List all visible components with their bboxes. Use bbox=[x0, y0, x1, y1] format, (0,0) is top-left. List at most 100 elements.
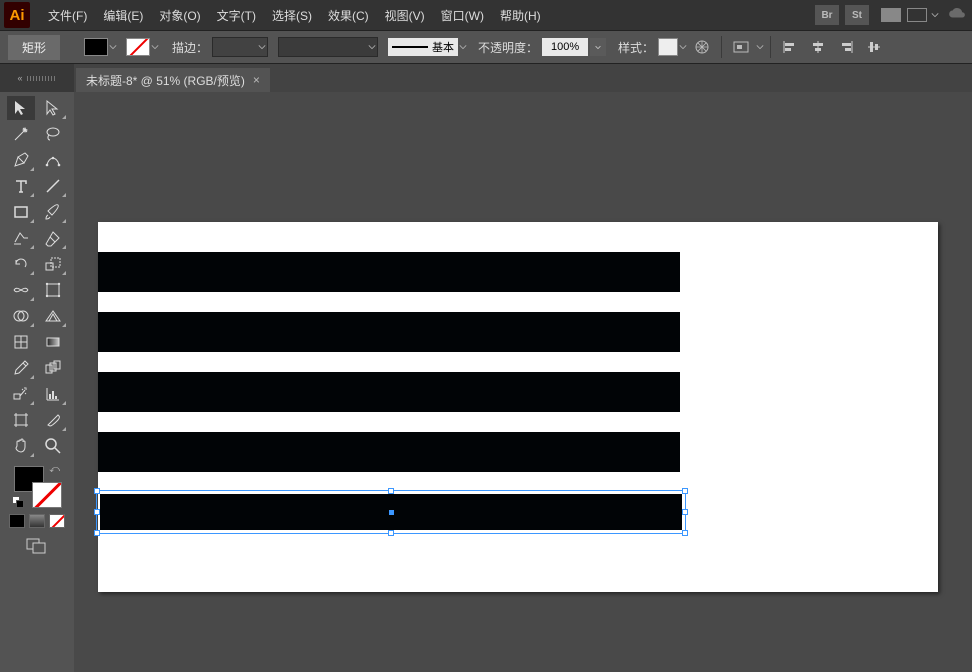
line-tool[interactable] bbox=[39, 174, 67, 198]
resize-handle[interactable] bbox=[94, 488, 100, 494]
screen-mode-button[interactable] bbox=[26, 538, 48, 557]
slice-tool[interactable] bbox=[39, 408, 67, 432]
type-tool[interactable] bbox=[7, 174, 35, 198]
swap-fill-stroke-icon[interactable]: ⤺ bbox=[49, 464, 60, 475]
fill-color-swatch[interactable] bbox=[84, 38, 118, 56]
graphic-style-swatch[interactable] bbox=[658, 38, 688, 56]
brush-definition[interactable]: 基本 bbox=[388, 38, 458, 56]
color-mode-none[interactable] bbox=[49, 514, 65, 528]
resize-handle[interactable] bbox=[682, 488, 688, 494]
style-label: 样式： bbox=[618, 39, 654, 56]
rectangle-tool[interactable] bbox=[7, 200, 35, 224]
close-tab-button[interactable]: × bbox=[253, 73, 260, 87]
tools-panel: ⤺ bbox=[0, 92, 74, 672]
menu-effect[interactable]: 效果(C) bbox=[320, 0, 377, 30]
hand-tool[interactable] bbox=[7, 434, 35, 458]
symbol-sprayer-tool[interactable] bbox=[7, 382, 35, 406]
chevron-down-icon bbox=[367, 43, 377, 51]
resize-handle[interactable] bbox=[388, 488, 394, 494]
magic-wand-tool[interactable] bbox=[7, 122, 35, 146]
gradient-tool[interactable] bbox=[39, 330, 67, 354]
shape-builder-tool[interactable] bbox=[7, 304, 35, 328]
fill-stroke-cluster[interactable]: ⤺ bbox=[12, 464, 62, 508]
document-tab-title: 未标题-8* @ 51% (RGB/预览) bbox=[86, 72, 245, 89]
opacity-popup-button[interactable] bbox=[590, 38, 606, 56]
opacity-label: 不透明度： bbox=[478, 39, 538, 56]
app-logo: Ai bbox=[4, 2, 30, 28]
shaper-tool[interactable] bbox=[7, 226, 35, 250]
width-tool[interactable] bbox=[7, 278, 35, 302]
align-to-button[interactable] bbox=[730, 36, 752, 58]
shape-rectangle[interactable] bbox=[98, 252, 680, 292]
chevron-down-icon bbox=[458, 43, 468, 51]
menu-view[interactable]: 视图(V) bbox=[377, 0, 433, 30]
menu-object[interactable]: 对象(O) bbox=[151, 0, 208, 30]
stroke-color-swatch[interactable] bbox=[126, 38, 160, 56]
eyedropper-tool[interactable] bbox=[7, 356, 35, 380]
separator bbox=[721, 36, 722, 58]
mesh-tool[interactable] bbox=[7, 330, 35, 354]
selection-bounding-box[interactable] bbox=[96, 490, 686, 534]
menu-file[interactable]: 文件(F) bbox=[40, 0, 95, 30]
opacity-input[interactable]: 100% bbox=[542, 38, 588, 56]
menu-window[interactable]: 窗口(W) bbox=[433, 0, 492, 30]
menu-select[interactable]: 选择(S) bbox=[264, 0, 320, 30]
align-center-h-icon[interactable] bbox=[807, 36, 829, 58]
scale-tool[interactable] bbox=[39, 252, 67, 276]
cloud-sync-icon[interactable] bbox=[946, 7, 968, 24]
chevron-down-icon bbox=[257, 43, 267, 51]
bridge-button[interactable]: Br bbox=[815, 5, 839, 25]
zoom-tool[interactable] bbox=[39, 434, 67, 458]
chevron-down-icon bbox=[930, 11, 940, 19]
chevron-down-icon bbox=[755, 43, 765, 51]
pen-tool[interactable] bbox=[7, 148, 35, 172]
menu-type[interactable]: 文字(T) bbox=[209, 0, 264, 30]
shape-rectangle[interactable] bbox=[98, 372, 680, 412]
document-tab[interactable]: 未标题-8* @ 51% (RGB/预览) × bbox=[76, 68, 270, 92]
variable-width-profile[interactable] bbox=[278, 37, 378, 57]
shape-rectangle[interactable] bbox=[98, 432, 680, 472]
resize-handle[interactable] bbox=[682, 509, 688, 515]
menu-help[interactable]: 帮助(H) bbox=[492, 0, 549, 30]
shape-rectangle[interactable] bbox=[98, 312, 680, 352]
eraser-tool[interactable] bbox=[39, 226, 67, 250]
direct-selection-tool[interactable] bbox=[39, 96, 67, 120]
stroke-weight-input[interactable] bbox=[212, 37, 268, 57]
blend-tool[interactable] bbox=[39, 356, 67, 380]
resize-handle[interactable] bbox=[94, 509, 100, 515]
chevron-down-icon bbox=[150, 43, 160, 51]
rotate-tool[interactable] bbox=[7, 252, 35, 276]
curvature-tool[interactable] bbox=[39, 148, 67, 172]
options-bar: 矩形 描边： 基本 不透明度： 100% 样式： bbox=[0, 30, 972, 64]
resize-handle[interactable] bbox=[682, 530, 688, 536]
paintbrush-tool[interactable] bbox=[39, 200, 67, 224]
workspace-layout-button[interactable] bbox=[878, 8, 940, 22]
align-left-icon[interactable] bbox=[779, 36, 801, 58]
resize-handle[interactable] bbox=[94, 530, 100, 536]
menu-edit[interactable]: 编辑(E) bbox=[95, 0, 151, 30]
stock-button[interactable]: St bbox=[845, 5, 869, 25]
artboard[interactable] bbox=[98, 222, 938, 592]
stroke-indicator[interactable] bbox=[32, 482, 62, 508]
color-mode-row bbox=[9, 514, 65, 528]
artboard-tool[interactable] bbox=[7, 408, 35, 432]
default-fill-stroke-icon[interactable] bbox=[12, 496, 24, 508]
align-top-icon[interactable] bbox=[863, 36, 885, 58]
tool-panel-collapse[interactable]: « bbox=[0, 64, 74, 92]
stroke-label: 描边： bbox=[172, 39, 208, 56]
lasso-tool[interactable] bbox=[39, 122, 67, 146]
separator bbox=[770, 36, 771, 58]
color-mode-gradient[interactable] bbox=[29, 514, 45, 528]
free-transform-tool[interactable] bbox=[39, 278, 67, 302]
selection-tool[interactable] bbox=[7, 96, 35, 120]
document-tab-row: « 未标题-8* @ 51% (RGB/预览) × bbox=[0, 64, 972, 92]
color-mode-solid[interactable] bbox=[9, 514, 25, 528]
recolor-artwork-icon[interactable] bbox=[691, 36, 713, 58]
canvas[interactable] bbox=[74, 92, 972, 672]
align-right-icon[interactable] bbox=[835, 36, 857, 58]
column-graph-tool[interactable] bbox=[39, 382, 67, 406]
resize-handle[interactable] bbox=[388, 530, 394, 536]
chevron-down-icon bbox=[678, 43, 688, 51]
center-anchor bbox=[389, 510, 394, 515]
perspective-grid-tool[interactable] bbox=[39, 304, 67, 328]
